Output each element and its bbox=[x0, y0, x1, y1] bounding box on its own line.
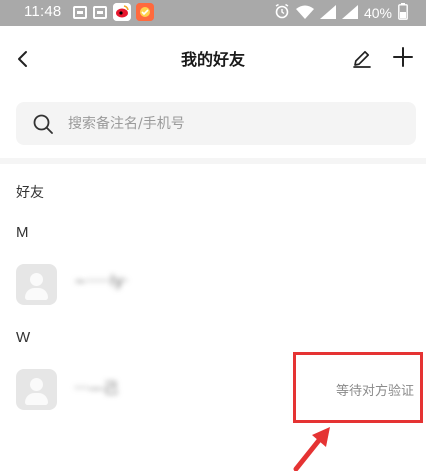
battery-icon bbox=[398, 2, 408, 24]
highlight-box bbox=[293, 352, 423, 423]
weibo-app-icon bbox=[113, 3, 131, 21]
alarm-icon bbox=[274, 3, 290, 23]
status-time: 11:48 bbox=[24, 3, 62, 20]
battery-percent: 40% bbox=[363, 5, 392, 21]
search-bar[interactable] bbox=[16, 102, 416, 145]
plus-icon bbox=[393, 47, 413, 67]
avatar bbox=[16, 369, 57, 410]
section-title: 好友 bbox=[16, 185, 44, 201]
signal-icon bbox=[319, 4, 336, 23]
status-bar: 11:48 40% bbox=[0, 0, 426, 26]
index-letter: M bbox=[16, 224, 29, 241]
notification-icon bbox=[73, 6, 87, 19]
section-divider bbox=[0, 158, 426, 164]
annotation-arrow bbox=[293, 427, 330, 471]
signal-icon bbox=[341, 4, 358, 23]
status-right: 40% bbox=[274, 2, 408, 24]
friend-name: ~·····ly· bbox=[74, 272, 129, 290]
top-nav-bar: 我的好友 bbox=[0, 26, 426, 92]
friend-list-item[interactable]: ~·····ly· bbox=[0, 258, 426, 314]
pencil-icon bbox=[353, 50, 371, 68]
add-friend-button[interactable] bbox=[390, 44, 416, 70]
notification-icon bbox=[93, 6, 107, 19]
index-letter: W bbox=[16, 329, 31, 346]
friend-name: ···—己 bbox=[74, 379, 119, 397]
avatar bbox=[16, 264, 57, 305]
edit-button[interactable] bbox=[350, 46, 374, 70]
wifi-icon bbox=[295, 4, 314, 23]
app-icon bbox=[136, 3, 154, 21]
search-icon bbox=[32, 113, 54, 135]
search-input[interactable] bbox=[68, 102, 398, 145]
